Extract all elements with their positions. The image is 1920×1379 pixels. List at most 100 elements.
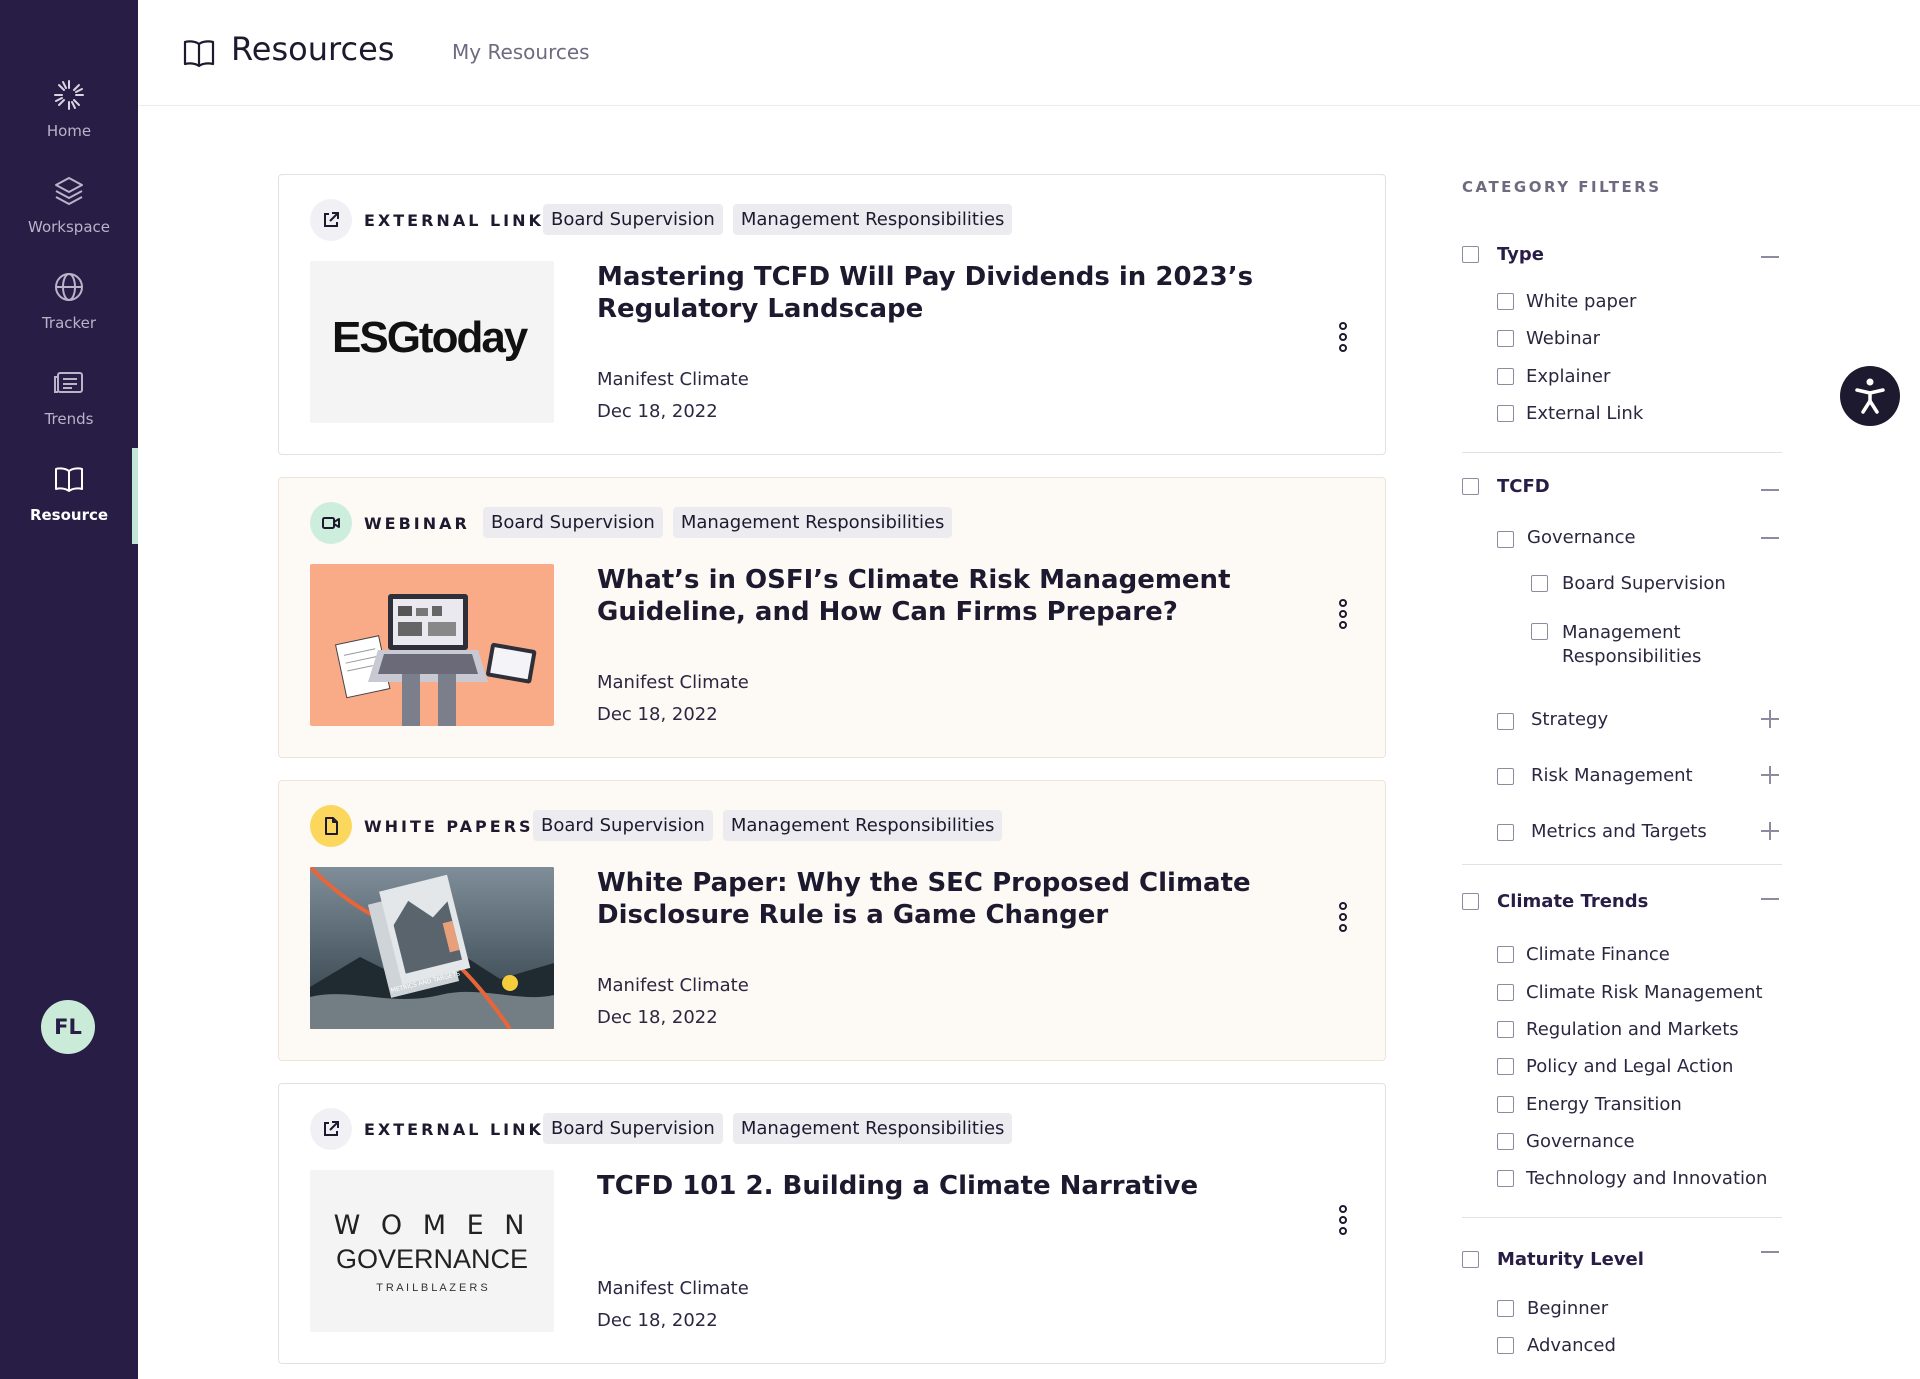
- expand-icon[interactable]: [1761, 710, 1779, 728]
- sidebar-item-label: Tracker: [41, 314, 97, 332]
- filter-checkbox[interactable]: [1497, 1058, 1514, 1075]
- filter-checkbox[interactable]: [1497, 330, 1514, 347]
- filter-option[interactable]: Regulation and Markets: [1526, 1019, 1739, 1040]
- tag[interactable]: Management Responsibilities: [732, 1113, 1013, 1144]
- sidebar-item-tracker[interactable]: Tracker: [0, 258, 138, 354]
- more-options-icon[interactable]: [1331, 901, 1355, 933]
- resource-author: Manifest Climate: [597, 975, 749, 996]
- filter-divider: [1462, 1217, 1782, 1218]
- resource-card[interactable]: WHITE PAPERS Board Supervision Managemen…: [278, 780, 1386, 1061]
- active-indicator: [132, 448, 138, 544]
- tag[interactable]: Management Responsibilities: [722, 810, 1003, 841]
- filter-option[interactable]: Management Responsibilities: [1562, 621, 1722, 669]
- resource-thumbnail: W O M E N GOVERNANCE T R A I L B L A Z E…: [310, 1170, 554, 1332]
- tag[interactable]: Management Responsibilities: [672, 507, 953, 538]
- sidebar-item-label: Trends: [44, 410, 94, 428]
- filter-checkbox[interactable]: [1497, 1133, 1514, 1150]
- layers-icon: [55, 177, 83, 205]
- resource-card[interactable]: EXTERNAL LINK Board Supervision Manageme…: [278, 1083, 1386, 1364]
- filter-checkbox[interactable]: [1497, 984, 1514, 1001]
- collapse-icon[interactable]: [1761, 1251, 1779, 1253]
- filter-option[interactable]: Climate Risk Management: [1526, 982, 1763, 1003]
- filter-checkbox[interactable]: [1497, 1021, 1514, 1038]
- filter-option[interactable]: White paper: [1526, 291, 1636, 312]
- resource-type-label: WHITE PAPERS: [364, 817, 534, 836]
- filter-option[interactable]: Webinar: [1526, 328, 1600, 349]
- filter-option[interactable]: Governance: [1526, 1131, 1635, 1152]
- tag[interactable]: Board Supervision: [543, 204, 723, 235]
- resource-date: Dec 18, 2022: [597, 1310, 718, 1331]
- more-options-icon[interactable]: [1331, 598, 1355, 630]
- filter-subgroup-strategy[interactable]: Strategy: [1531, 709, 1608, 730]
- more-options-icon[interactable]: [1331, 1204, 1355, 1236]
- expand-icon[interactable]: [1761, 766, 1779, 784]
- filter-group-type[interactable]: Type: [1497, 244, 1544, 265]
- thumbnail-logo-line: W O M E N: [333, 1210, 531, 1241]
- collapse-icon[interactable]: [1761, 898, 1779, 900]
- tag-list: Board Supervision Management Responsibil…: [483, 507, 953, 538]
- resource-title[interactable]: White Paper: Why the SEC Proposed Climat…: [597, 867, 1277, 931]
- tag[interactable]: Board Supervision: [543, 1113, 723, 1144]
- filter-checkbox[interactable]: [1497, 1337, 1514, 1354]
- filter-checkbox[interactable]: [1497, 405, 1514, 422]
- sidebar-item-trends[interactable]: Trends: [0, 354, 138, 450]
- filter-checkbox[interactable]: [1497, 1300, 1514, 1317]
- filter-checkbox[interactable]: [1531, 575, 1548, 592]
- filter-checkbox-tcfd[interactable]: [1462, 478, 1479, 495]
- page-header: Resources My Resources: [138, 0, 1920, 106]
- filter-checkbox[interactable]: [1497, 768, 1514, 785]
- tag[interactable]: Board Supervision: [483, 507, 663, 538]
- filter-checkbox[interactable]: [1531, 623, 1548, 640]
- filter-subgroup-governance[interactable]: Governance: [1527, 527, 1636, 548]
- filter-checkbox-maturity[interactable]: [1462, 1251, 1479, 1268]
- sidebar-item-workspace[interactable]: Workspace: [0, 162, 138, 258]
- filter-group-maturity[interactable]: Maturity Level: [1497, 1249, 1644, 1270]
- filter-subgroup-risk[interactable]: Risk Management: [1531, 765, 1693, 786]
- resource-title[interactable]: TCFD 101 2. Building a Climate Narrative: [597, 1170, 1277, 1202]
- collapse-icon[interactable]: [1761, 489, 1779, 491]
- tab-my-resources[interactable]: My Resources: [452, 40, 590, 64]
- resource-title[interactable]: What’s in OSFI’s Climate Risk Management…: [597, 564, 1277, 628]
- filter-checkbox[interactable]: [1497, 1096, 1514, 1113]
- resource-card[interactable]: WEBINAR Board Supervision Management Res…: [278, 477, 1386, 758]
- filter-subgroup-metrics[interactable]: Metrics and Targets: [1531, 821, 1707, 842]
- resource-title[interactable]: Mastering TCFD Will Pay Dividends in 202…: [597, 261, 1277, 325]
- collapse-icon[interactable]: [1761, 256, 1779, 258]
- filter-option[interactable]: Advanced: [1527, 1335, 1616, 1356]
- resource-card[interactable]: EXTERNAL LINK Board Supervision Manageme…: [278, 174, 1386, 455]
- filter-option[interactable]: Beginner: [1527, 1298, 1608, 1319]
- filter-option[interactable]: Explainer: [1526, 366, 1610, 387]
- filter-option[interactable]: External Link: [1526, 403, 1643, 424]
- collapse-icon[interactable]: [1761, 537, 1779, 539]
- thumbnail-logo-line: GOVERNANCE: [335, 1244, 529, 1274]
- filter-checkbox-type[interactable]: [1462, 246, 1479, 263]
- document-icon: [325, 817, 338, 835]
- filter-checkbox[interactable]: [1497, 368, 1514, 385]
- external-link-badge: [310, 199, 352, 241]
- filter-checkbox[interactable]: [1497, 946, 1514, 963]
- filters-heading: CATEGORY FILTERS: [1462, 178, 1662, 196]
- filter-checkbox[interactable]: [1497, 713, 1514, 730]
- filter-checkbox-climate-trends[interactable]: [1462, 893, 1479, 910]
- filter-checkbox[interactable]: [1497, 293, 1514, 310]
- filter-checkbox[interactable]: [1497, 1170, 1514, 1187]
- filter-option[interactable]: Policy and Legal Action: [1526, 1056, 1733, 1077]
- filter-checkbox[interactable]: [1497, 824, 1514, 841]
- filter-group-climate-trends[interactable]: Climate Trends: [1497, 891, 1648, 912]
- tag[interactable]: Management Responsibilities: [732, 204, 1013, 235]
- filter-option[interactable]: Board Supervision: [1562, 573, 1726, 594]
- filter-group-tcfd[interactable]: TCFD: [1497, 476, 1550, 497]
- sidebar-item-resource[interactable]: Resource: [0, 450, 138, 546]
- filter-checkbox[interactable]: [1497, 531, 1514, 548]
- accessibility-button[interactable]: [1840, 366, 1900, 426]
- tag[interactable]: Board Supervision: [533, 810, 713, 841]
- filter-option[interactable]: Climate Finance: [1526, 944, 1670, 965]
- resource-type-label: EXTERNAL LINK: [364, 1120, 544, 1139]
- more-options-icon[interactable]: [1331, 321, 1355, 353]
- sidebar-item-home[interactable]: Home: [0, 66, 138, 162]
- filter-option[interactable]: Technology and Innovation: [1526, 1168, 1767, 1189]
- expand-icon[interactable]: [1761, 822, 1779, 840]
- report-cover-illustration: [310, 867, 554, 1029]
- avatar[interactable]: FL: [41, 1000, 95, 1054]
- filter-option[interactable]: Energy Transition: [1526, 1094, 1682, 1115]
